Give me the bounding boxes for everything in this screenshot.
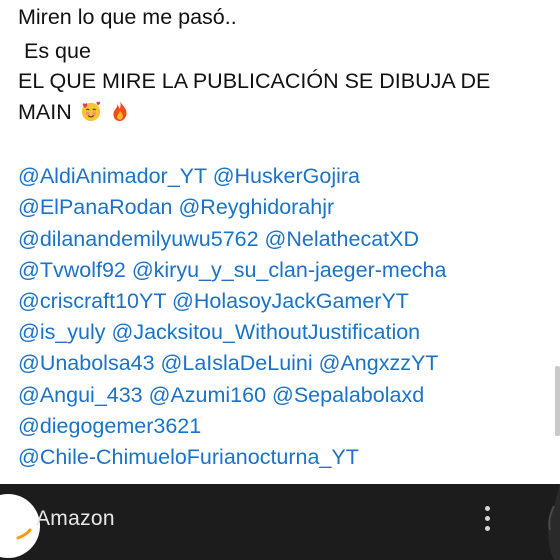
mention-line[interactable]: @is_yuly @Jacksitou_WithoutJustification (18, 319, 420, 345)
screen: Miren lo que me pasó.. Es que EL QUE MIR… (0, 0, 560, 560)
post-text-line-3: EL QUE MIRE LA PUBLICACIÓN SE DIBUJA DE (18, 69, 491, 93)
mention-line[interactable]: @ElPanaRodan @Reyghidorahjr (18, 194, 334, 220)
mention-line[interactable]: @Tvwolf92 @kiryu_y_su_clan-jaeger-mecha (18, 257, 446, 283)
post-text-line-4: MAIN (18, 99, 130, 128)
mention-line[interactable]: @AldiAnimador_YT @HuskerGojira (18, 163, 360, 189)
mention-line[interactable]: @Angui_433 @Azumi160 @Sepalabolaxd (18, 382, 424, 408)
more-vert-icon[interactable] (478, 502, 498, 536)
mention-line[interactable]: @diegogemer3621 (18, 413, 201, 439)
mention-line[interactable]: @dilanandemilyuwu5762 @NelathecatXD (18, 226, 419, 252)
corner-decoration (540, 484, 560, 560)
fire-icon (110, 100, 130, 128)
scrollbar-thumb[interactable] (555, 366, 560, 436)
mention-line[interactable]: @criscraft10YT @HolasoyJackGamerYT (18, 288, 409, 314)
app-suggestion-bar[interactable]: Amazon (0, 484, 560, 560)
amazon-app-icon[interactable] (0, 494, 40, 558)
post-text-main: MAIN (18, 100, 72, 124)
mention-line[interactable]: @Chile-ChimueloFurianocturna_YT (18, 444, 359, 470)
smiling-face-with-hearts-icon (80, 100, 102, 128)
post-body: Miren lo que me pasó.. Es que EL QUE MIR… (0, 0, 548, 484)
post-text-line-1: Miren lo que me pasó.. (18, 5, 237, 29)
post-text-line-2: Es que (18, 39, 91, 63)
app-name-label[interactable]: Amazon (36, 506, 115, 532)
mention-line[interactable]: @Unabolsa43 @LaIslaDeLuini @AngxzzYT (18, 350, 438, 376)
